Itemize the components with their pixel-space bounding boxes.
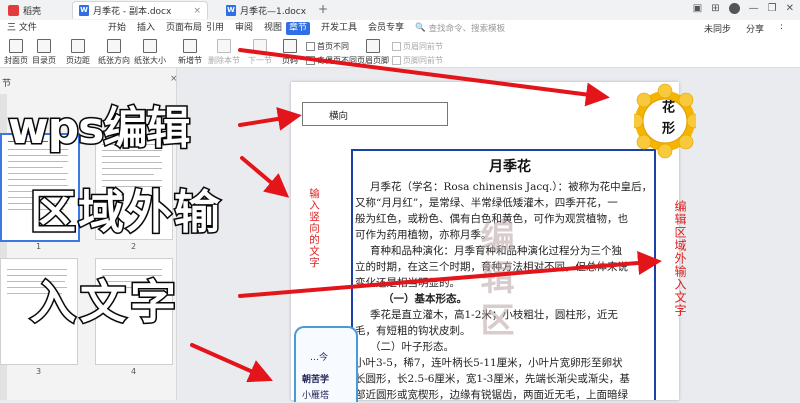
arrow-to-bubble	[190, 343, 273, 383]
arrow-to-right-text	[238, 251, 662, 298]
arrow-to-flower	[238, 48, 610, 107]
annotation-line-3: 入文字	[29, 274, 180, 331]
annotation-line-2: 区域外输	[29, 184, 222, 241]
annotation-line-1: wps编辑	[6, 102, 191, 156]
arrow-to-header-box	[238, 107, 302, 131]
arrow-to-left-text	[240, 156, 290, 198]
